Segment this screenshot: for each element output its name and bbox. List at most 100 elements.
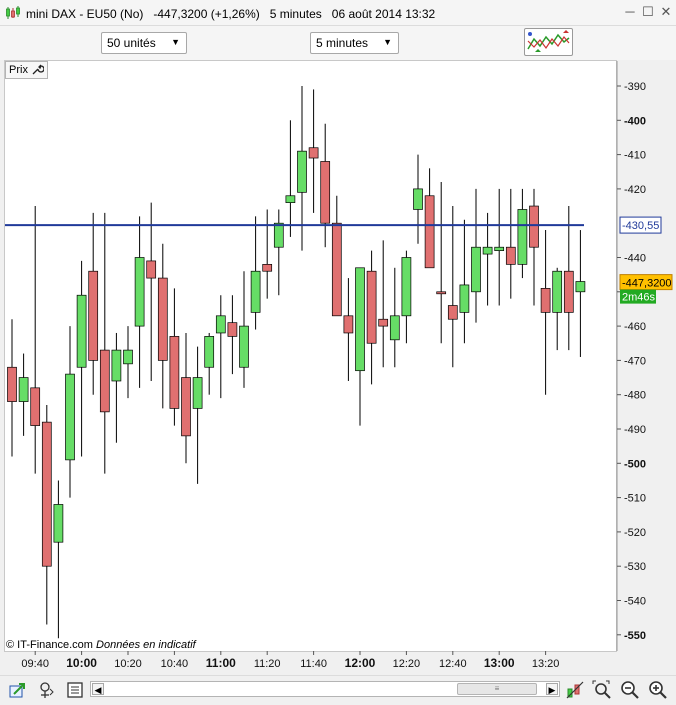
candle-body <box>204 336 215 368</box>
y-tick-label: -510 <box>624 493 646 505</box>
candle-body <box>575 281 586 293</box>
candle-down <box>378 240 389 368</box>
candle-body <box>366 270 377 344</box>
candle-up <box>192 346 203 484</box>
candle-body <box>308 147 319 159</box>
price-panel-label[interactable]: Prix <box>5 61 48 79</box>
wrench-icon[interactable] <box>31 63 44 76</box>
candle-body <box>355 267 365 372</box>
disclaimer-text: Données en indicatif <box>96 639 196 651</box>
candle-up <box>273 209 284 296</box>
x-tick-label: 11:00 <box>206 656 236 670</box>
candle-up <box>459 219 470 344</box>
y-tick-label: -550 <box>624 630 646 642</box>
candle-up <box>285 120 296 237</box>
candle-body <box>169 336 180 409</box>
y-tick-label: -390 <box>624 81 646 93</box>
candle-body <box>134 257 145 327</box>
candle-body <box>65 373 75 461</box>
candle-body <box>505 246 516 265</box>
candle-body <box>99 349 110 413</box>
x-tick-label: 09:40 <box>21 658 49 670</box>
candle-down <box>320 123 331 248</box>
candle-body <box>517 209 528 265</box>
candle-up <box>471 188 481 323</box>
settings-icon[interactable] <box>65 680 85 700</box>
candle-body <box>424 195 435 269</box>
candle-up <box>413 154 423 244</box>
candle-up <box>552 267 563 351</box>
candle-up <box>134 216 145 388</box>
y-tick-label: -400 <box>624 115 646 127</box>
candle-down <box>99 212 110 474</box>
candle-up <box>53 480 64 639</box>
price-chart: -390-400-410-420-440-450-460-470-480-490… <box>5 61 673 670</box>
candle-up <box>239 271 249 388</box>
copyright-note: © IT-Finance.com Données en indicatif <box>6 639 196 651</box>
candle-down <box>146 202 157 381</box>
candle-body <box>41 421 52 567</box>
candle-body <box>285 195 296 203</box>
candle-down <box>343 278 354 381</box>
candle-body <box>471 246 481 293</box>
candle-up <box>401 250 412 344</box>
candle-body <box>482 246 493 255</box>
candle-body <box>552 270 563 313</box>
candle-up <box>517 188 528 279</box>
candle-down <box>308 89 319 213</box>
candle-body <box>401 257 412 317</box>
scroll-left-button[interactable]: ◀ <box>92 683 104 695</box>
y-tick-label: -480 <box>624 390 646 402</box>
candle-body <box>540 288 551 313</box>
x-tick-label: 10:20 <box>114 658 142 670</box>
candle-body <box>343 315 354 334</box>
candlestick-series <box>7 86 586 639</box>
candle-up <box>18 353 29 436</box>
y-tick-label: -420 <box>624 184 646 196</box>
x-tick-label: 13:20 <box>532 658 560 670</box>
x-axis: 09:40 10:00 10:20 10:40 11:00 11:20 11:40 12:00… <box>21 651 559 670</box>
candle-body <box>123 349 133 365</box>
time-scrollbar[interactable]: ◀ ≡ ▶ <box>90 681 560 697</box>
candle-body <box>18 377 29 402</box>
candle-body <box>413 188 423 210</box>
candle-down <box>181 332 191 464</box>
candle-body <box>250 270 261 313</box>
candle-up <box>494 188 505 306</box>
countdown-tag: 2m46s <box>620 289 656 304</box>
candle-down <box>529 188 539 306</box>
bottom-toolbar: ◀ ≡ ▶ <box>0 675 676 705</box>
candle-body <box>239 325 249 368</box>
candle-body <box>331 222 342 317</box>
x-tick-label: 10:00 <box>66 656 97 670</box>
y-tick-label: -410 <box>624 150 646 162</box>
candle-body <box>262 264 273 272</box>
scroll-thumb[interactable]: ≡ <box>457 683 537 695</box>
candle-up <box>482 212 493 306</box>
candle-body <box>529 205 539 248</box>
candle-down <box>157 243 168 409</box>
draw-tool-icon[interactable] <box>565 680 585 700</box>
candle-down <box>424 168 435 269</box>
price-panel-label-text: Prix <box>9 64 28 76</box>
cursor-mode-icon[interactable] <box>37 680 57 700</box>
countdown-label: 2m46s <box>622 292 656 304</box>
x-tick-label: 11:20 <box>254 658 281 670</box>
candle-body <box>76 294 87 368</box>
horizontal-line-tag-label: -430,55 <box>622 220 659 232</box>
candle-body <box>436 291 447 295</box>
zoom-region-icon[interactable] <box>592 680 612 700</box>
candle-body <box>273 222 284 248</box>
candle-down <box>88 212 99 395</box>
zoom-out-icon[interactable] <box>620 680 640 700</box>
candle-body <box>111 349 122 382</box>
candle-up <box>111 332 122 443</box>
candle-body <box>181 377 191 437</box>
zoom-fit-icon[interactable] <box>8 680 28 700</box>
x-tick-label: 13:00 <box>484 656 515 670</box>
candle-up <box>215 295 226 399</box>
scroll-right-button[interactable]: ▶ <box>546 683 558 695</box>
zoom-in-icon[interactable] <box>648 680 668 700</box>
candle-body <box>494 246 505 251</box>
horizontal-line-tag: -430,55 <box>619 216 662 234</box>
